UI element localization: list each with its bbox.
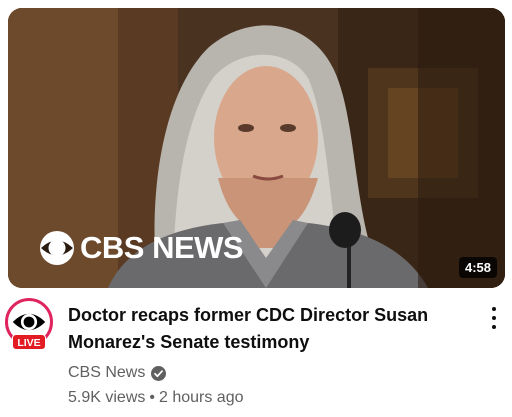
menu-dot [492, 315, 496, 320]
separator-dot: • [149, 389, 155, 406]
thumbnail-logo: CBS NEWS [38, 226, 244, 270]
view-count: 5.9K views [68, 389, 146, 406]
channel-row: CBS News [68, 364, 468, 382]
thumbnail-logo-text: CBS NEWS [80, 230, 244, 265]
menu-dot [492, 325, 496, 330]
channel-avatar[interactable]: LIVE [4, 298, 54, 356]
more-vert-icon[interactable] [484, 304, 504, 332]
duration-badge: 4:58 [458, 257, 497, 278]
channel-name[interactable]: CBS News [68, 364, 145, 382]
video-thumbnail[interactable]: CBS NEWS 4:58 [8, 8, 505, 288]
cbs-eye-icon [38, 229, 76, 267]
video-stats: 5.9K views • 2 hours ago [68, 389, 468, 407]
verified-check-icon [151, 365, 167, 381]
live-badge: LIVE [12, 334, 46, 350]
menu-dot [492, 306, 496, 311]
video-details: Doctor recaps former CDC Director Susan … [68, 302, 468, 407]
video-title[interactable]: Doctor recaps former CDC Director Susan … [68, 302, 468, 356]
video-card[interactable]: CBS NEWS 4:58 LIVE Doctor recaps former … [0, 0, 512, 417]
upload-age: 2 hours ago [158, 389, 244, 406]
